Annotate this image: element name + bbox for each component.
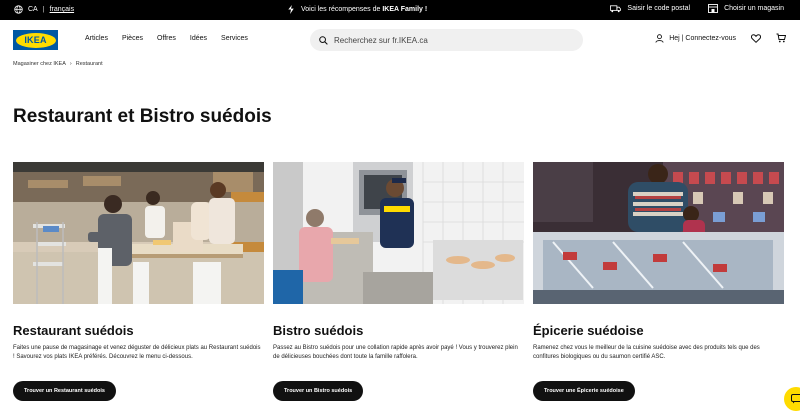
promo-text: Voici les récompenses de IKEA Family ! bbox=[301, 6, 428, 13]
account-button[interactable]: Hej | Connectez-vous bbox=[655, 33, 736, 43]
find-epicerie-button[interactable]: Trouver une Épicerie suédoise bbox=[533, 381, 635, 401]
locale-selector[interactable]: CA | français bbox=[14, 5, 74, 14]
bistro-image bbox=[273, 162, 524, 304]
epicerie-image bbox=[533, 162, 784, 304]
heart-icon[interactable] bbox=[751, 33, 761, 43]
nav-idees[interactable]: Idées bbox=[190, 35, 207, 42]
language-link[interactable]: français bbox=[50, 6, 75, 13]
truck-icon bbox=[610, 4, 622, 12]
family-promo-link[interactable]: Voici les récompenses de IKEA Family ! bbox=[287, 5, 427, 14]
logo-wordmark: IKEA bbox=[15, 32, 56, 48]
bistro-title: Bistro suédois bbox=[273, 323, 364, 338]
pin-icon bbox=[288, 5, 294, 14]
epicerie-description: Ramenez chez vous le meilleur de la cuis… bbox=[533, 345, 760, 360]
user-icon bbox=[655, 33, 664, 43]
nav-services[interactable]: Services bbox=[221, 35, 248, 42]
chat-icon bbox=[790, 394, 800, 404]
choose-store-button[interactable]: Choisir un magasin bbox=[708, 4, 784, 13]
account-label: Hej | Connectez-vous bbox=[669, 34, 736, 42]
epicerie-title: Épicerie suédoise bbox=[533, 323, 644, 338]
ikea-logo[interactable]: IKEA bbox=[13, 30, 58, 50]
nav-articles[interactable]: Articles bbox=[85, 35, 108, 42]
chevron-right-icon: › bbox=[69, 61, 72, 67]
postal-code-button[interactable]: Saisir le code postal bbox=[610, 4, 691, 13]
page-title: Restaurant et Bistro suédois bbox=[13, 106, 272, 127]
restaurant-card: Restaurant suédois Faites une pause de m… bbox=[13, 162, 264, 401]
restaurant-title: Restaurant suédois bbox=[13, 323, 134, 338]
store-icon bbox=[708, 4, 719, 13]
globe-icon bbox=[14, 5, 23, 14]
cart-icon[interactable] bbox=[776, 33, 786, 43]
bistro-card: Bistro suédois Passez au Bistro suédois … bbox=[273, 162, 524, 401]
bistro-description: Passez au Bistro suédois pour une collat… bbox=[273, 345, 518, 360]
epicerie-card: Épicerie suédoise Ramenez chez vous le m… bbox=[533, 162, 784, 401]
choose-store-label: Choisir un magasin bbox=[724, 5, 784, 12]
restaurant-description: Faites une pause de magasinage et venez … bbox=[13, 345, 261, 360]
country-code: CA bbox=[28, 6, 38, 13]
find-bistro-button[interactable]: Trouver un Bistro suédois bbox=[273, 381, 364, 401]
search-bar[interactable] bbox=[310, 29, 583, 51]
locale-divider: | bbox=[42, 6, 45, 13]
main-nav: Articles Pièces Offres Idées Services bbox=[85, 35, 248, 42]
postal-code-label: Saisir le code postal bbox=[627, 5, 691, 12]
chat-button[interactable] bbox=[784, 387, 800, 411]
nav-pieces[interactable]: Pièces bbox=[122, 35, 143, 42]
breadcrumb: Magasiner chez IKEA › Restaurant bbox=[13, 61, 103, 67]
breadcrumb-shop[interactable]: Magasiner chez IKEA bbox=[13, 61, 66, 67]
search-input[interactable] bbox=[334, 35, 564, 45]
main-header: IKEA Articles Pièces Offres Idées Servic… bbox=[0, 20, 800, 60]
search-icon bbox=[319, 35, 328, 45]
restaurant-image bbox=[13, 162, 264, 304]
top-bar: CA | français Voici les récompenses de I… bbox=[0, 0, 800, 20]
nav-offres[interactable]: Offres bbox=[157, 35, 176, 42]
breadcrumb-restaurant: Restaurant bbox=[75, 61, 103, 67]
find-restaurant-button[interactable]: Trouver un Restaurant suédois bbox=[13, 381, 116, 401]
